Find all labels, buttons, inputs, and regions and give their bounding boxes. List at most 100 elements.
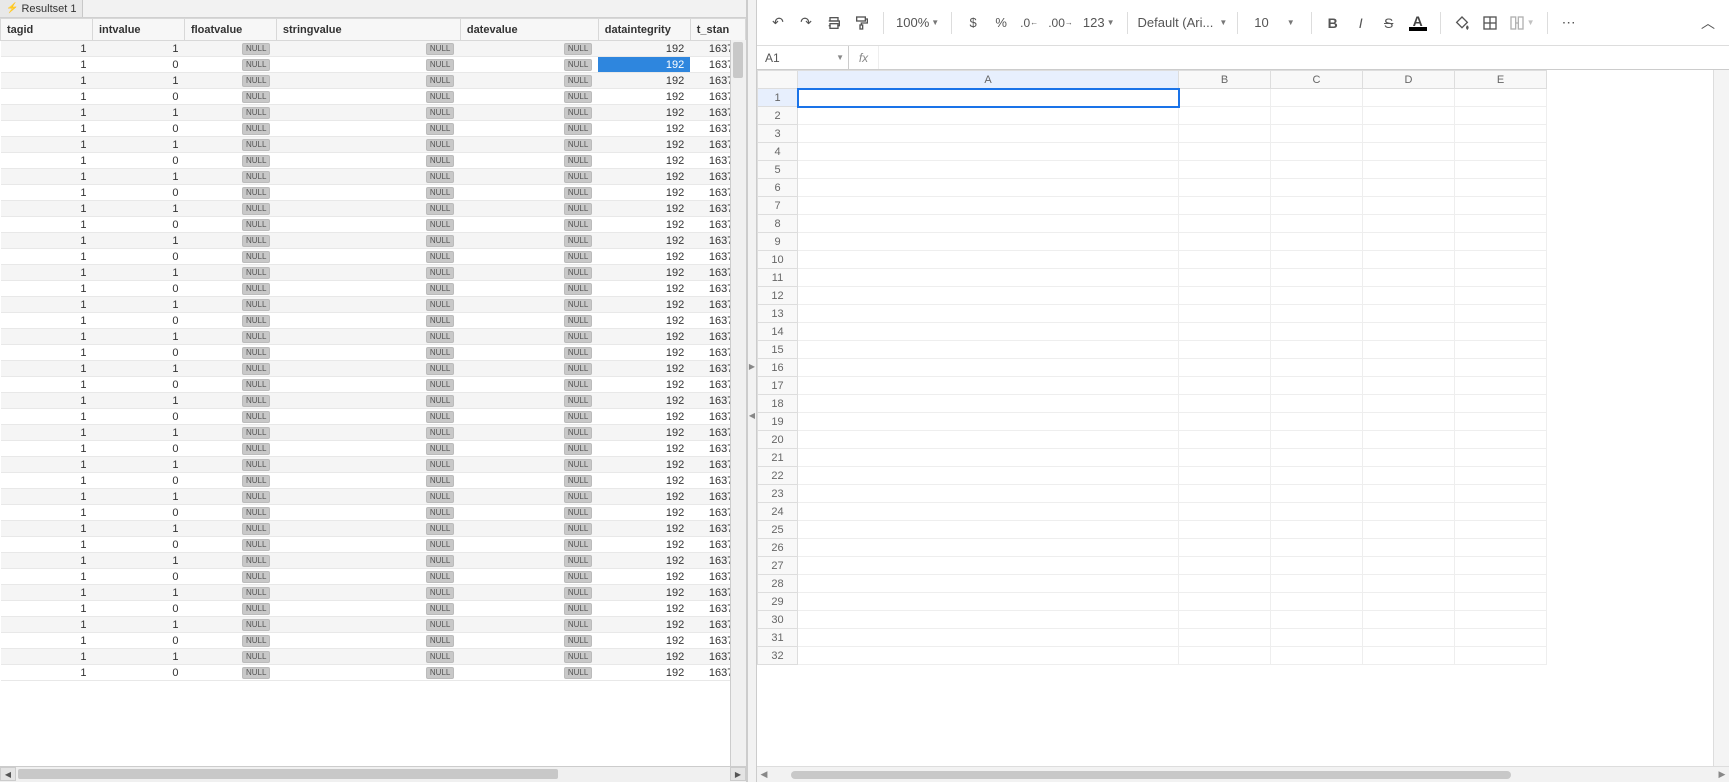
result-vertical-scrollbar[interactable] bbox=[730, 40, 746, 766]
sheet-cell[interactable] bbox=[798, 143, 1179, 161]
table-row[interactable]: 10NULLNULLNULL19216372 bbox=[1, 345, 746, 361]
cell[interactable]: NULL bbox=[184, 425, 276, 441]
sheet-cell[interactable] bbox=[1271, 341, 1363, 359]
sheet-cell[interactable] bbox=[798, 575, 1179, 593]
table-row[interactable]: 10NULLNULLNULL19216372 bbox=[1, 473, 746, 489]
cell[interactable]: NULL bbox=[184, 137, 276, 153]
cell[interactable]: 1 bbox=[92, 41, 184, 57]
cell[interactable]: 0 bbox=[92, 409, 184, 425]
redo-button[interactable]: ↷ bbox=[795, 9, 817, 37]
cell[interactable]: NULL bbox=[184, 265, 276, 281]
cell[interactable]: 0 bbox=[92, 537, 184, 553]
sheet-cell[interactable] bbox=[798, 467, 1179, 485]
cell[interactable]: NULL bbox=[184, 169, 276, 185]
sheet-cell[interactable] bbox=[1271, 539, 1363, 557]
cell[interactable]: NULL bbox=[460, 441, 598, 457]
row-header[interactable]: 32 bbox=[758, 647, 798, 665]
italic-button[interactable]: I bbox=[1350, 9, 1372, 37]
cell[interactable]: NULL bbox=[460, 57, 598, 73]
table-row[interactable]: 10NULLNULLNULL19216372 bbox=[1, 281, 746, 297]
column-header-datevalue[interactable]: datevalue bbox=[460, 19, 598, 41]
cell[interactable]: 192 bbox=[598, 505, 690, 521]
row-header[interactable]: 10 bbox=[758, 251, 798, 269]
cell[interactable]: NULL bbox=[184, 185, 276, 201]
sheet-cell[interactable] bbox=[1363, 179, 1455, 197]
sheet-cell[interactable] bbox=[1271, 107, 1363, 125]
sheet-cell[interactable] bbox=[1179, 539, 1271, 557]
sheet-cell[interactable] bbox=[1271, 521, 1363, 539]
sheet-cell[interactable] bbox=[1179, 629, 1271, 647]
cell[interactable]: 0 bbox=[92, 57, 184, 73]
percent-button[interactable]: % bbox=[990, 9, 1012, 37]
sheet-cell[interactable] bbox=[798, 125, 1179, 143]
cell[interactable]: 1 bbox=[92, 649, 184, 665]
cell[interactable]: 0 bbox=[92, 281, 184, 297]
cell[interactable]: NULL bbox=[460, 649, 598, 665]
cell[interactable]: 192 bbox=[598, 457, 690, 473]
cell[interactable]: NULL bbox=[460, 409, 598, 425]
sheet-cell[interactable] bbox=[1179, 395, 1271, 413]
row-header[interactable]: 30 bbox=[758, 611, 798, 629]
sheet-cell[interactable] bbox=[798, 521, 1179, 539]
sheet-cell[interactable] bbox=[1271, 503, 1363, 521]
sheet-cell[interactable] bbox=[798, 557, 1179, 575]
cell[interactable]: NULL bbox=[184, 361, 276, 377]
sheet-cell[interactable] bbox=[1455, 521, 1547, 539]
sheet-cell[interactable] bbox=[1271, 377, 1363, 395]
sheet-cell[interactable] bbox=[798, 413, 1179, 431]
cell[interactable]: NULL bbox=[276, 41, 460, 57]
table-row[interactable]: 11NULLNULLNULL19216372 bbox=[1, 361, 746, 377]
sheet-cell[interactable] bbox=[1455, 287, 1547, 305]
cell[interactable]: 192 bbox=[598, 409, 690, 425]
sheet-cell[interactable] bbox=[1455, 269, 1547, 287]
sheet-cell[interactable] bbox=[1363, 647, 1455, 665]
cell[interactable]: NULL bbox=[460, 617, 598, 633]
cell[interactable]: 1 bbox=[1, 345, 93, 361]
cell[interactable]: NULL bbox=[184, 105, 276, 121]
sheet-cell[interactable] bbox=[1271, 629, 1363, 647]
cell[interactable]: 192 bbox=[598, 473, 690, 489]
cell[interactable]: 1 bbox=[92, 521, 184, 537]
cell[interactable]: NULL bbox=[276, 553, 460, 569]
sheet-cell[interactable] bbox=[1363, 269, 1455, 287]
column-header-intvalue[interactable]: intvalue bbox=[92, 19, 184, 41]
cell[interactable]: NULL bbox=[460, 73, 598, 89]
sheet-cell[interactable] bbox=[1179, 431, 1271, 449]
table-row[interactable]: 11NULLNULLNULL19216372 bbox=[1, 105, 746, 121]
cell[interactable]: NULL bbox=[184, 297, 276, 313]
cell[interactable]: 192 bbox=[598, 121, 690, 137]
sheet-cell[interactable] bbox=[1455, 233, 1547, 251]
cell[interactable]: 0 bbox=[92, 121, 184, 137]
sheet-cell[interactable] bbox=[1271, 197, 1363, 215]
cell[interactable]: 1 bbox=[1, 297, 93, 313]
cell[interactable]: NULL bbox=[460, 201, 598, 217]
cell[interactable]: 1 bbox=[1, 377, 93, 393]
cell[interactable]: NULL bbox=[276, 457, 460, 473]
sheet-cell[interactable] bbox=[1455, 395, 1547, 413]
sheet-cell[interactable] bbox=[1179, 107, 1271, 125]
cell[interactable]: 1 bbox=[1, 249, 93, 265]
sheet-cell[interactable] bbox=[1455, 215, 1547, 233]
cell[interactable]: 192 bbox=[598, 185, 690, 201]
cell[interactable]: 192 bbox=[598, 57, 690, 73]
cell[interactable]: NULL bbox=[276, 521, 460, 537]
sheet-cell[interactable] bbox=[1363, 521, 1455, 539]
cell[interactable]: NULL bbox=[276, 665, 460, 681]
sheet-cell[interactable] bbox=[1455, 503, 1547, 521]
cell[interactable]: NULL bbox=[184, 649, 276, 665]
cell[interactable]: NULL bbox=[276, 537, 460, 553]
sheet-cell[interactable] bbox=[798, 629, 1179, 647]
cell[interactable]: 1 bbox=[1, 585, 93, 601]
cell[interactable]: NULL bbox=[276, 569, 460, 585]
cell[interactable]: 1 bbox=[1, 153, 93, 169]
sheet-grid[interactable]: ABCDE12345678910111213141516171819202122… bbox=[757, 70, 1547, 665]
row-header[interactable]: 20 bbox=[758, 431, 798, 449]
sheet-cell[interactable] bbox=[1455, 647, 1547, 665]
cell[interactable]: NULL bbox=[460, 553, 598, 569]
cell[interactable]: NULL bbox=[276, 345, 460, 361]
sheet-cell[interactable] bbox=[798, 269, 1179, 287]
sheet-cell[interactable] bbox=[798, 593, 1179, 611]
scroll-thumb[interactable] bbox=[791, 771, 1511, 779]
sheet-cell[interactable] bbox=[798, 359, 1179, 377]
cell[interactable]: NULL bbox=[460, 217, 598, 233]
